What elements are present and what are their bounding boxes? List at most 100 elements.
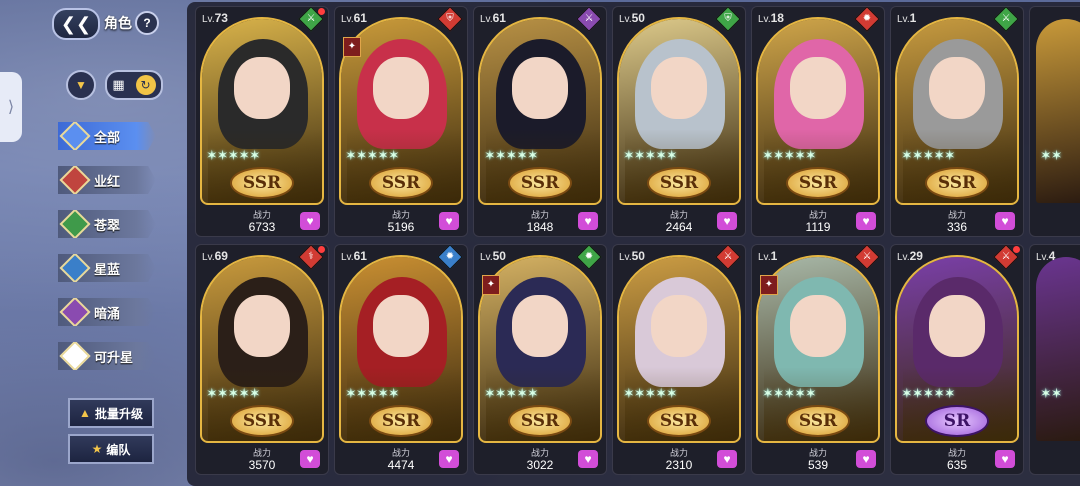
character-card[interactable]: Lv.1 ⚔ ✦ ✶✶✶✶✶ SSR 战力 539 ♥ [751,244,885,475]
sidebar-item-label: 业红 [94,173,121,189]
sidebar-collapse-handle[interactable]: ⟩ [0,72,22,142]
element-badge-icon: ✹ [437,245,463,270]
team-icon: ★ [91,442,103,456]
help-button[interactable]: ? [135,11,159,35]
level-label: Lv.4 [1036,249,1056,263]
favorite-heart-icon[interactable]: ♥ [300,450,320,468]
star-rating: ✶✶ [1040,385,1062,401]
rarity-badge: SSR [647,167,711,199]
sidebar-item-1[interactable]: 业红 [58,166,156,194]
filter-icon: ▼ [75,78,87,92]
character-card[interactable]: Lv.50 ⚔ ✶✶✶✶✶ SSR 战力 2310 ♥ [612,244,746,475]
favorite-heart-icon[interactable]: ♥ [856,450,876,468]
character-portrait [1036,19,1080,203]
star-rating: ✶✶ [1040,147,1062,163]
swap-icon[interactable]: ↻ [135,75,156,95]
star-rating: ✶✶✶✶✶ [901,385,956,401]
staff-icon: ⚕ [308,251,314,262]
element-badge-icon: ✹ [854,7,880,32]
level-label: Lv.18 [758,11,784,25]
sidebar-item-label: 暗涌 [94,305,121,321]
rarity-badge: SSR [369,167,433,199]
notification-dot [1013,246,1020,253]
favorite-heart-icon[interactable]: ♥ [439,212,459,230]
rank-emblem-icon: ✦ [760,275,778,295]
star-rating: ✶✶✶✶✶ [345,147,400,163]
shield-icon: ⛨ [724,13,732,24]
sidebar-item-4[interactable]: 暗涌 [58,298,156,326]
sidebar-item-2[interactable]: 苍翠 [58,210,156,238]
favorite-heart-icon[interactable]: ♥ [995,212,1015,230]
sidebar-item-3[interactable]: 星蓝 [58,254,156,282]
level-label: Lv.50 [480,249,506,263]
star-rating: ✶✶✶✶✶ [623,385,678,401]
character-card[interactable]: Lv.50 ⛨ ✶✶✶✶✶ SSR 战力 2464 ♥ [612,6,746,237]
element-icon [59,254,91,282]
star-rating: ✶✶✶✶✶ [901,147,956,163]
level-label: Lv.50 [619,11,645,25]
favorite-heart-icon[interactable]: ♥ [995,450,1015,468]
character-card[interactable]: Lv.61 ⚔ ✶✶✶✶✶ SSR 战力 1848 ♥ [473,6,607,237]
star-rating: ✶✶✶✶✶ [484,385,539,401]
rarity-badge: SSR [508,405,572,437]
element-icon [59,342,91,370]
character-card[interactable]: Lv.73 ⚔ ✶✶✶✶✶ SSR 战力 6733 ♥ [195,6,329,237]
character-card[interactable]: Lv.69 ⚕ ✶✶✶✶✶ SSR 战力 3570 ♥ [195,244,329,475]
favorite-heart-icon[interactable]: ♥ [717,212,737,230]
flame-icon: ✹ [584,251,594,262]
sword-icon: ⚔ [723,251,733,262]
sidebar-item-0[interactable]: 全部 [58,122,156,150]
character-card[interactable]: Lv.61 ✹ ✶✶✶✶✶ SSR 战力 4474 ♥ [334,244,468,475]
sword-icon: ⚔ [1001,13,1011,24]
sword-icon: ⚔ [1001,251,1011,262]
star-rating: ✶✶✶✶✶ [484,147,539,163]
star-rating: ✶✶✶✶✶ [623,147,678,163]
sword-icon: ⚔ [862,251,872,262]
batch-upgrade-button[interactable]: ▲ 批量升级 [68,398,154,428]
level-label: Lv.1 [897,11,917,25]
character-grid-panel: Lv.73 ⚔ ✶✶✶✶✶ SSR 战力 6733 ♥ Lv.61 ⛨ ✦ ✶✶✶✶✶ SSR 战力 51… [187,2,1080,486]
level-label: Lv.73 [202,11,228,25]
character-card[interactable]: Lv.1 ⚔ ✶✶✶✶✶ SSR 战力 336 ♥ [890,6,1024,237]
favorite-heart-icon[interactable]: ♥ [300,212,320,230]
level-label: Lv.61 [341,11,367,25]
character-card[interactable]: Lv.29 ⚔ ✶✶✶✶✶ SR 战力 635 ♥ [890,244,1024,475]
flame-icon: ✹ [862,13,872,24]
element-badge-icon: ⚔ [993,7,1019,32]
team-button[interactable]: ★ 编队 [68,434,154,464]
rarity-badge: SSR [647,405,711,437]
back-arrow-icon: ❮❮ [60,13,92,34]
rarity-badge: SSR [786,405,850,437]
element-badge-icon: ⚔ [715,245,741,270]
level-label: Lv.29 [897,249,923,263]
view-toggle[interactable]: ▦ ↻ [105,70,163,100]
favorite-heart-icon[interactable]: ♥ [578,212,598,230]
favorite-heart-icon[interactable]: ♥ [717,450,737,468]
rarity-badge: SSR [369,405,433,437]
notification-dot [318,8,325,15]
favorite-heart-icon[interactable]: ♥ [439,450,459,468]
back-button[interactable]: ❮❮ [52,8,100,40]
level-label: Lv.50 [619,249,645,263]
flame-icon: ✹ [445,251,455,262]
element-icon [59,298,91,326]
level-label: Lv.1 [758,249,778,263]
favorite-heart-icon[interactable]: ♥ [856,212,876,230]
notification-dot [318,246,325,253]
sidebar-item-5[interactable]: 可升星 [58,342,156,370]
character-card-partial[interactable]: Lv.4 ✶✶ [1029,244,1080,475]
favorite-heart-icon[interactable]: ♥ [578,450,598,468]
element-icon [59,166,91,194]
character-card[interactable]: Lv.61 ⛨ ✦ ✶✶✶✶✶ SSR 战力 5196 ♥ [334,6,468,237]
character-card-partial[interactable]: ✶✶ [1029,6,1080,237]
shield-icon: ⛨ [446,13,454,24]
filter-button[interactable]: ▼ [66,70,96,100]
rarity-badge: SSR [786,167,850,199]
element-badge-icon: ✹ [576,245,602,270]
level-label: Lv.69 [202,249,228,263]
rarity-badge: SSR [230,167,294,199]
grid-icon[interactable]: ▦ [112,77,124,93]
sidebar-item-label: 星蓝 [94,261,121,277]
character-card[interactable]: Lv.50 ✹ ✦ ✶✶✶✶✶ SSR 战力 3022 ♥ [473,244,607,475]
character-card[interactable]: Lv.18 ✹ ✶✶✶✶✶ SSR 战力 1119 ♥ [751,6,885,237]
